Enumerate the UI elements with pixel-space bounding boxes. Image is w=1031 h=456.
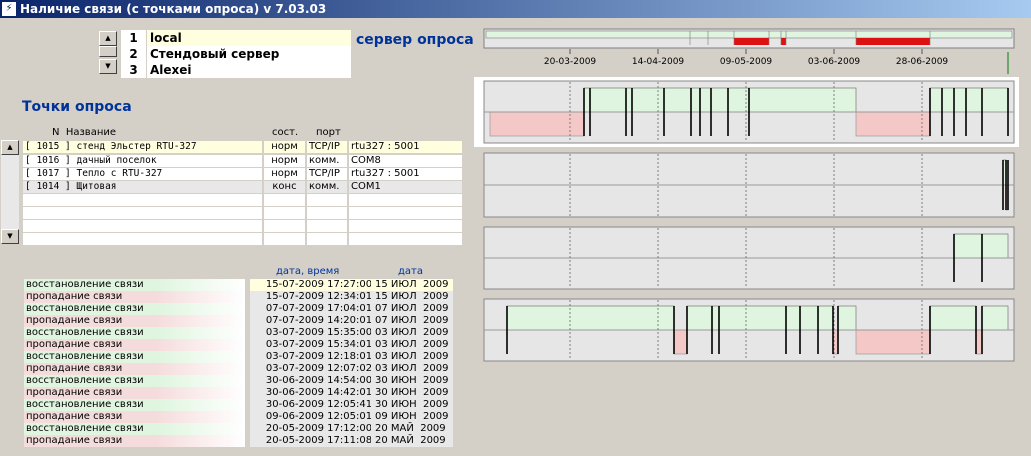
link-up-segment	[929, 305, 977, 331]
server-down-mark	[734, 38, 769, 45]
timeline: 20-03-2009 14-04-2009 09-05-2009 03-06-2009…	[474, 28, 1019, 362]
date-label: 03-06-2009	[808, 57, 861, 67]
link-down-segment	[975, 329, 983, 355]
link-up-segment	[506, 305, 675, 331]
link-down-segment	[855, 111, 931, 137]
date-label: 14-04-2009	[632, 57, 685, 67]
server-down-mark	[856, 38, 930, 45]
link-up-segment	[981, 305, 1009, 331]
date-label: 20-03-2009	[544, 57, 597, 67]
server-down-mark	[781, 38, 786, 45]
date-label: 09-05-2009	[720, 57, 773, 67]
link-down-segment	[673, 329, 688, 355]
link-up-segment	[837, 305, 857, 331]
link-up-segment	[686, 305, 834, 331]
link-up-segment	[953, 233, 1009, 259]
link-up-segment	[583, 87, 857, 113]
link-down-segment	[855, 329, 931, 355]
date-label: 28-06-2009	[896, 57, 949, 67]
server-up-bar	[485, 30, 1013, 39]
